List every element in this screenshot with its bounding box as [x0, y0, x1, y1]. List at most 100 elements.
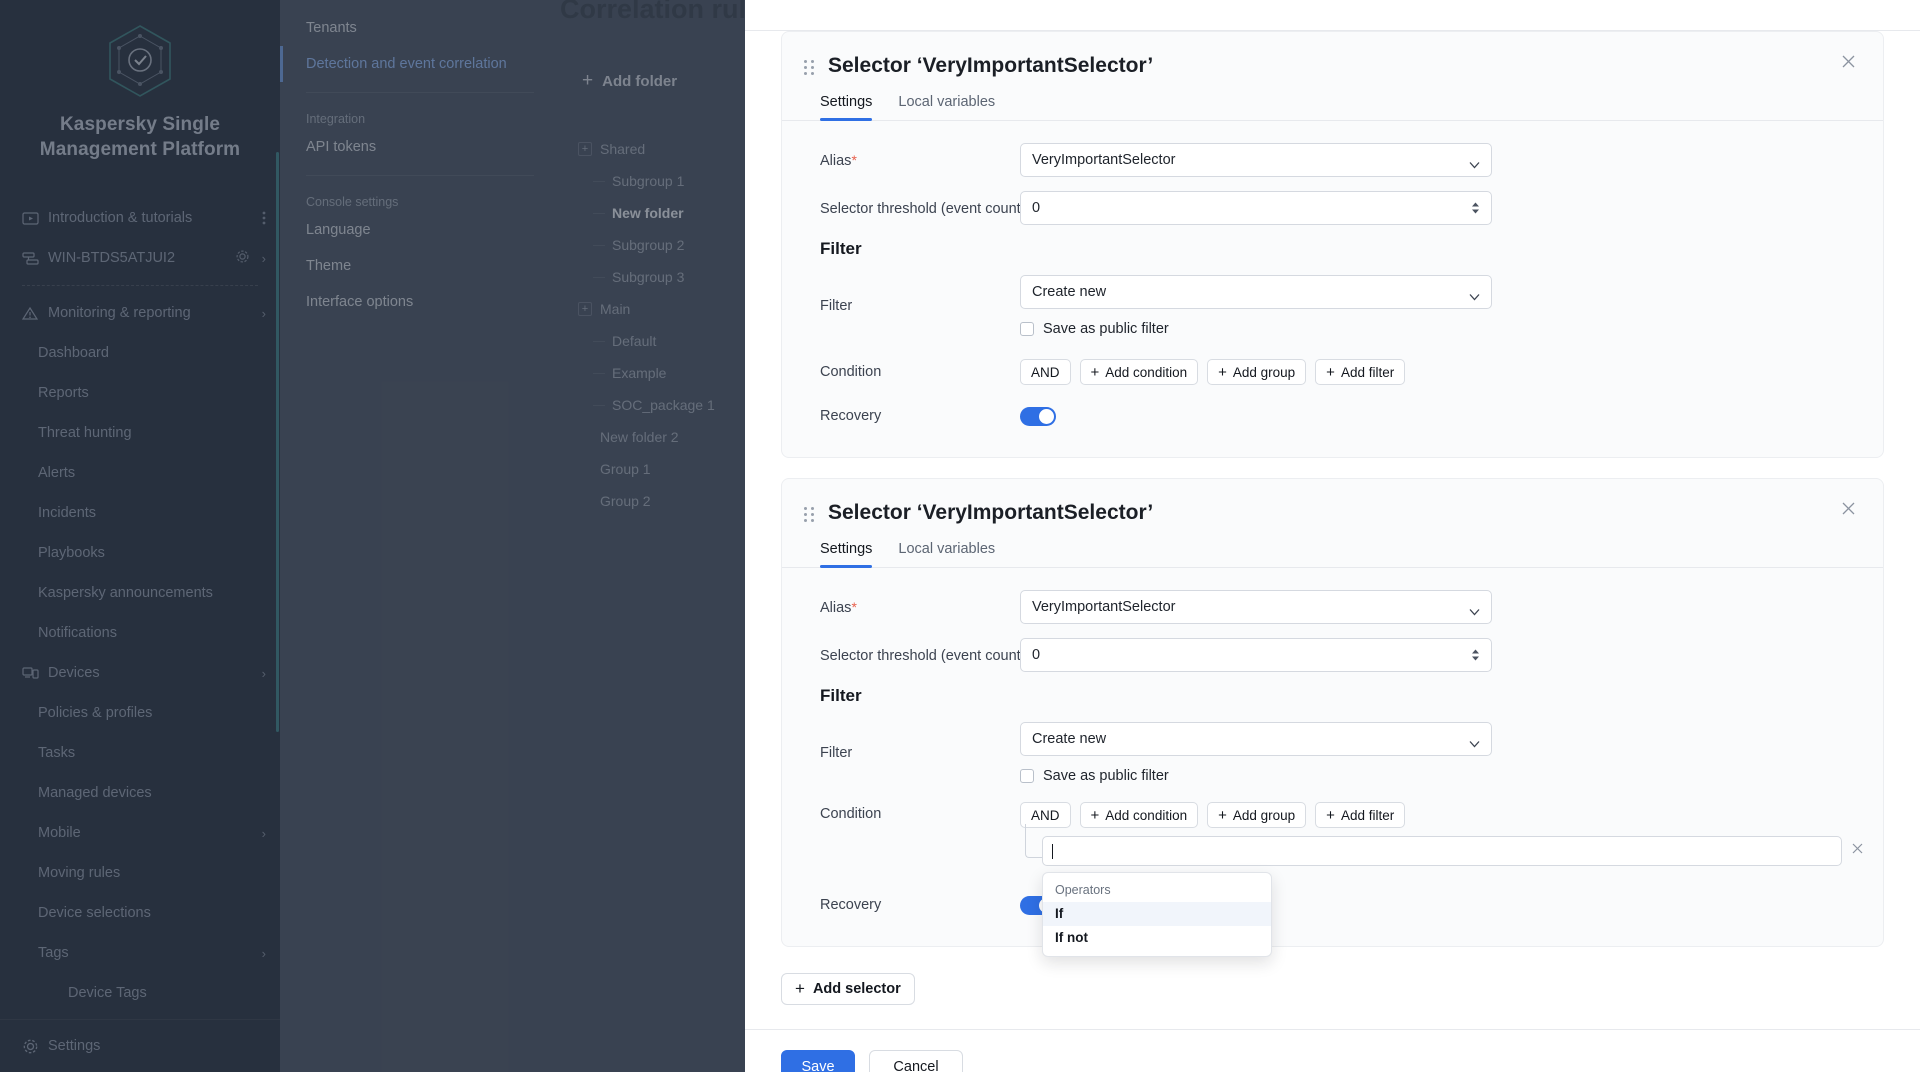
- sidebar-item-label: Tags: [38, 945, 262, 961]
- cancel-button[interactable]: Cancel: [869, 1050, 963, 1072]
- sidebar-item-settings[interactable]: Settings: [0, 1020, 280, 1072]
- add-condition-label: Add condition: [1105, 365, 1187, 380]
- alias-select[interactable]: VeryImportantSelector: [1020, 143, 1492, 177]
- drag-handle-icon[interactable]: [802, 58, 816, 76]
- tree-row[interactable]: SOC_package 1: [560, 389, 745, 421]
- tree-row[interactable]: Subgroup 1: [560, 165, 745, 197]
- add-folder-button[interactable]: + Add folder: [582, 70, 677, 92]
- tree-row[interactable]: New folder 2: [560, 421, 745, 453]
- stepper-arrows-icon[interactable]: [1471, 649, 1480, 662]
- sidebar-item-alerts[interactable]: Alerts: [0, 453, 280, 493]
- filter-row: Filter Create new Save as public filter: [782, 275, 1883, 337]
- save-public-filter-checkbox[interactable]: [1020, 769, 1034, 783]
- add-selector-button[interactable]: + Add selector: [781, 973, 915, 1005]
- sidebar-item-announcements[interactable]: Kaspersky announcements: [0, 573, 280, 613]
- save-public-filter-row[interactable]: Save as public filter: [1020, 321, 1883, 337]
- threshold-stepper[interactable]: 0: [1020, 191, 1492, 225]
- tab-local-variables[interactable]: Local variables: [898, 541, 995, 567]
- tree-row[interactable]: + Main: [560, 293, 745, 325]
- tree-row[interactable]: Subgroup 2: [560, 229, 745, 261]
- add-filter-button[interactable]: +Add filter: [1315, 802, 1405, 828]
- sidebar-item-device-tags[interactable]: Device Tags: [0, 973, 280, 1013]
- add-condition-button[interactable]: +Add condition: [1080, 359, 1199, 385]
- tree-row[interactable]: Subgroup 3: [560, 261, 745, 293]
- plus-icon: +: [1326, 365, 1335, 380]
- sidebar-item-threat-hunting[interactable]: Threat hunting: [0, 413, 280, 453]
- threshold-stepper[interactable]: 0: [1020, 638, 1492, 672]
- settings-item-theme[interactable]: Theme: [280, 248, 560, 284]
- save-public-filter-row[interactable]: Save as public filter: [1020, 768, 1883, 784]
- clear-condition-icon[interactable]: [1852, 841, 1863, 858]
- add-group-button[interactable]: +Add group: [1207, 802, 1306, 828]
- sidebar-item-managed-devices[interactable]: Managed devices: [0, 773, 280, 813]
- chevron-right-icon[interactable]: ›: [262, 306, 266, 321]
- sidebar-item-notifications[interactable]: Notifications: [0, 613, 280, 653]
- tab-local-variables[interactable]: Local variables: [898, 94, 995, 120]
- filter-select[interactable]: Create new: [1020, 722, 1492, 756]
- tree-row[interactable]: New folder: [560, 197, 745, 229]
- expand-plus-icon[interactable]: +: [578, 302, 592, 316]
- gear-icon[interactable]: [235, 249, 250, 267]
- sidebar-item-playbooks[interactable]: Playbooks: [0, 533, 280, 573]
- sidebar-item-dashboard[interactable]: Dashboard: [0, 333, 280, 373]
- settings-item-interface-options[interactable]: Interface options: [280, 284, 560, 320]
- and-operator-button[interactable]: AND: [1020, 359, 1071, 385]
- add-condition-button[interactable]: + Add condition: [1080, 802, 1199, 828]
- threshold-row: Selector threshold (event count)* 0: [782, 191, 1883, 225]
- sidebar-item-policies[interactable]: Policies & profiles: [0, 693, 280, 733]
- sidebar-item-device-selections[interactable]: Device selections: [0, 893, 280, 933]
- chevron-right-icon[interactable]: ›: [262, 666, 266, 681]
- add-condition-label: Add condition: [1105, 808, 1187, 823]
- kebab-menu-icon[interactable]: [262, 210, 266, 226]
- sidebar-item-introduction[interactable]: Introduction & tutorials: [0, 198, 280, 238]
- filter-select[interactable]: Create new: [1020, 275, 1492, 309]
- sidebar-item-incidents[interactable]: Incidents: [0, 493, 280, 533]
- sidebar-item-host[interactable]: WIN-BTDS5ATJUI2 ›: [0, 238, 280, 278]
- close-icon[interactable]: [1837, 497, 1859, 519]
- and-label: AND: [1031, 365, 1060, 380]
- add-group-button[interactable]: +Add group: [1207, 359, 1306, 385]
- tree-row[interactable]: Group 1: [560, 453, 745, 485]
- condition-input[interactable]: [1042, 836, 1842, 866]
- plus-icon: +: [1091, 808, 1100, 823]
- tree-row[interactable]: Default: [560, 325, 745, 357]
- sidebar-item-moving-rules[interactable]: Moving rules: [0, 853, 280, 893]
- save-public-filter-checkbox[interactable]: [1020, 322, 1034, 336]
- sidebar-item-devices[interactable]: Devices ›: [0, 653, 280, 693]
- sidebar-scrollbar[interactable]: [276, 152, 279, 732]
- dropdown-option-if-not[interactable]: If not: [1043, 926, 1271, 950]
- add-filter-button[interactable]: +Add filter: [1315, 359, 1405, 385]
- settings-item-label: Detection and event correlation: [306, 56, 507, 72]
- tab-settings[interactable]: Settings: [820, 94, 872, 120]
- drag-handle-icon[interactable]: [802, 505, 816, 523]
- tree-row[interactable]: Group 2: [560, 485, 745, 517]
- tree-row-label: New folder: [612, 205, 684, 221]
- recovery-toggle[interactable]: [1020, 407, 1056, 426]
- sidebar-item-tasks[interactable]: Tasks: [0, 733, 280, 773]
- expand-plus-icon[interactable]: +: [578, 142, 592, 156]
- settings-item-tenants[interactable]: Tenants: [280, 10, 560, 46]
- sidebar-item-label: Devices: [48, 665, 262, 681]
- chevron-right-icon[interactable]: ›: [262, 946, 266, 961]
- tree-row-label: Subgroup 3: [612, 269, 684, 285]
- sidebar-item-monitoring[interactable]: Monitoring & reporting ›: [0, 293, 280, 333]
- alias-row: Alias* VeryImportantSelector: [782, 590, 1883, 624]
- settings-item-api-tokens[interactable]: API tokens: [280, 129, 560, 165]
- sidebar-item-tags[interactable]: Tags ›: [0, 933, 280, 973]
- stepper-arrows-icon[interactable]: [1471, 202, 1480, 215]
- settings-item-detection-correlation[interactable]: Detection and event correlation: [280, 46, 560, 82]
- tree-row[interactable]: + Shared: [560, 133, 745, 165]
- save-button[interactable]: Save: [781, 1050, 855, 1072]
- sidebar-item-mobile[interactable]: Mobile ›: [0, 813, 280, 853]
- add-selector-wrap: + Add selector: [745, 947, 1920, 1005]
- sidebar-item-reports[interactable]: Reports: [0, 373, 280, 413]
- chevron-right-icon[interactable]: ›: [262, 251, 266, 266]
- condition-buttons: AND +Add condition +Add group +Add filte…: [1020, 359, 1883, 385]
- tab-settings[interactable]: Settings: [820, 541, 872, 567]
- close-icon[interactable]: [1837, 50, 1859, 72]
- alias-select[interactable]: VeryImportantSelector: [1020, 590, 1492, 624]
- tree-row[interactable]: Example: [560, 357, 745, 389]
- dropdown-option-if[interactable]: If: [1043, 902, 1271, 926]
- chevron-right-icon[interactable]: ›: [262, 826, 266, 841]
- settings-item-language[interactable]: Language: [280, 212, 560, 248]
